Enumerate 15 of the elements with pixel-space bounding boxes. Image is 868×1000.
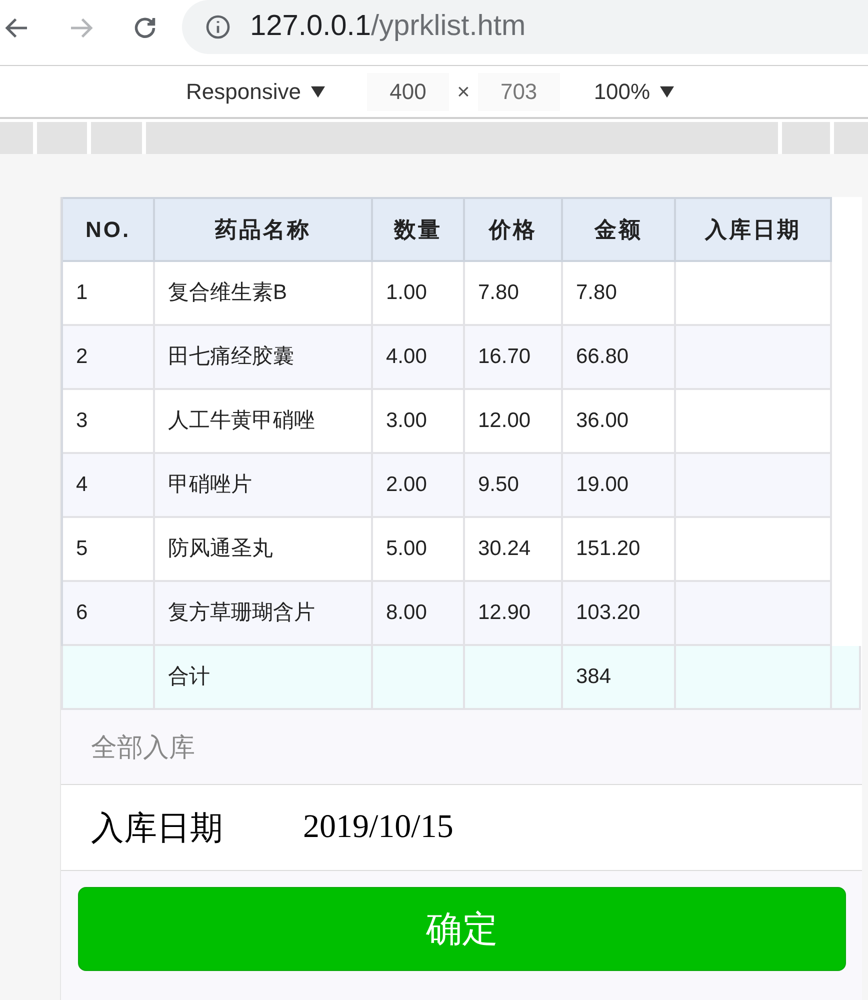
url-text: 127.0.0.1/yprklist.htm xyxy=(250,8,526,44)
device-dropdown[interactable]: Responsive xyxy=(186,75,325,108)
times-sign: × xyxy=(456,78,470,106)
width-field[interactable]: 400 xyxy=(366,72,449,110)
date-field[interactable]: 2019/10/15 xyxy=(303,802,454,852)
table-cell: 384 xyxy=(563,646,676,708)
zoom-dropdown[interactable]: 100% xyxy=(594,75,674,108)
field-label: 入库日期 xyxy=(91,808,224,848)
table-cell: 合计 xyxy=(155,646,373,708)
section-title: 全部入库 xyxy=(91,730,195,764)
height-field[interactable]: 703 xyxy=(478,72,560,110)
caret-icon xyxy=(310,86,325,98)
caret-icon xyxy=(660,86,674,98)
info-icon[interactable] xyxy=(204,12,232,40)
address-bar[interactable]: 127.0.0.1/yprklist.htm xyxy=(182,0,868,54)
